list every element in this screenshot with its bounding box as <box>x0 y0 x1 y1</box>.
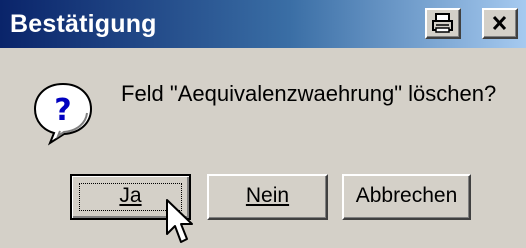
dialog-title: Bestätigung <box>10 10 157 38</box>
print-button[interactable] <box>425 8 461 39</box>
no-button[interactable]: Nein <box>207 174 328 220</box>
close-button[interactable] <box>482 8 518 39</box>
no-button-label: Nein <box>245 184 290 207</box>
title-bar: Bestätigung <box>0 0 526 48</box>
dialog-message: Feld "Aequivalenzwaehrung" löschen? <box>121 81 497 106</box>
question-icon: ? <box>30 80 96 151</box>
close-icon <box>492 15 507 31</box>
cancel-button-label: Abbrechen <box>355 184 458 207</box>
print-icon <box>432 13 453 33</box>
confirmation-dialog: Bestätigung ? Feld "Aequivalenzwaehrung"… <box>0 0 526 248</box>
mouse-cursor-icon <box>166 199 193 243</box>
svg-text:?: ? <box>54 93 71 128</box>
cancel-button[interactable]: Abbrechen <box>342 174 471 220</box>
yes-button-label: Ja <box>119 184 142 207</box>
